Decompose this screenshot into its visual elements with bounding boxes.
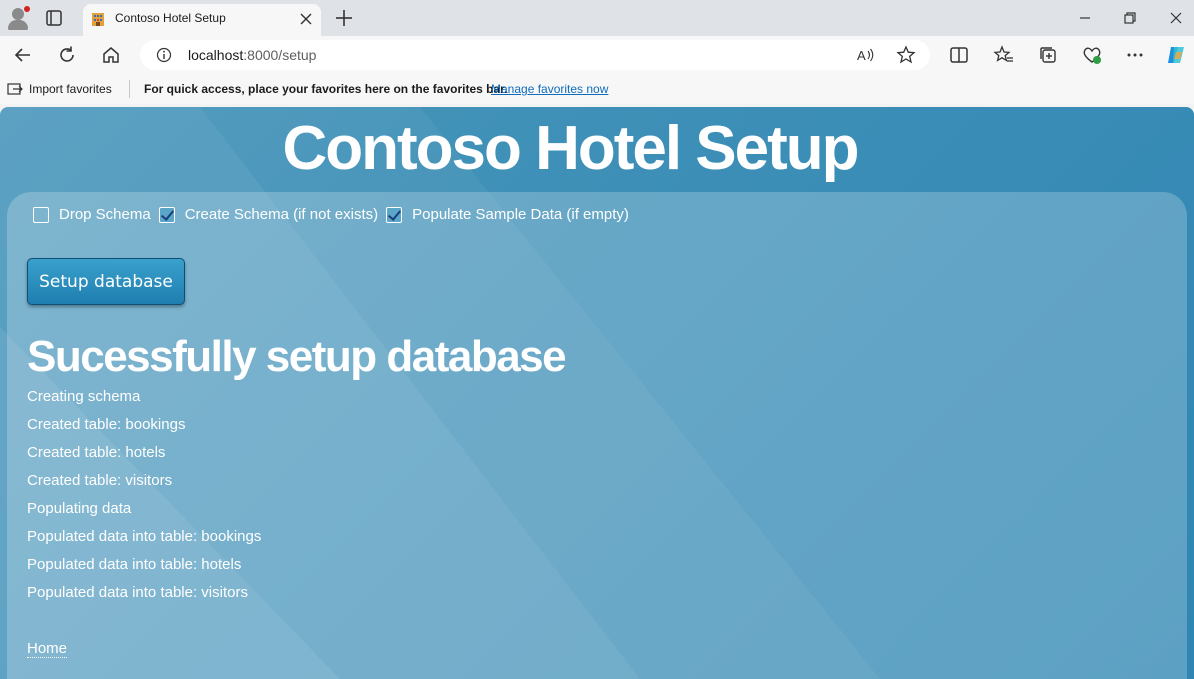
- log-line: Created table: hotels: [27, 444, 166, 461]
- page-title: Contoso Hotel Setup: [282, 114, 859, 183]
- info-icon[interactable]: [156, 47, 172, 63]
- drop-schema-label: Drop Schema: [59, 206, 151, 223]
- create-schema-label: Create Schema (if not exists): [184, 206, 379, 223]
- log-line: Populated data into table: bookings: [27, 528, 262, 545]
- url-host: localhost: [188, 47, 244, 63]
- hotel-favicon: [92, 13, 104, 26]
- url-path: :8000/setup: [243, 47, 317, 63]
- favorites-hint: For quick access, place your favorites h…: [144, 82, 508, 96]
- favorites-bar: Import favorites For quick access, place…: [0, 74, 1194, 104]
- manage-favorites-link[interactable]: Manage favorites now: [491, 82, 608, 96]
- more-icon[interactable]: [1124, 44, 1146, 66]
- back-icon[interactable]: [12, 44, 34, 66]
- log-line: Creating schema: [27, 388, 141, 405]
- minimize-icon[interactable]: [1075, 8, 1095, 28]
- setup-database-button[interactable]: Setup database: [27, 258, 185, 305]
- profile-icon[interactable]: [6, 6, 30, 30]
- close-tab-icon[interactable]: [297, 10, 315, 28]
- split-screen-icon[interactable]: [948, 44, 970, 66]
- option-populate-data[interactable]: Populate Sample Data (if empty): [386, 206, 629, 223]
- new-tab-icon[interactable]: [333, 7, 355, 29]
- favorites-icon[interactable]: [993, 44, 1015, 66]
- url-text[interactable]: localhost:8000/setup: [188, 47, 316, 63]
- restore-icon[interactable]: [1120, 8, 1140, 28]
- option-drop-schema[interactable]: Drop Schema: [33, 206, 151, 223]
- refresh-icon[interactable]: [56, 44, 78, 66]
- page-content: Contoso Hotel Setup Drop Schema Create S…: [0, 107, 1194, 679]
- setup-card: Drop Schema Create Schema (if not exists…: [7, 192, 1187, 679]
- result-heading: Sucessfully setup database: [27, 332, 567, 381]
- favorite-star-icon[interactable]: [896, 45, 916, 65]
- home-link[interactable]: Home: [27, 640, 68, 658]
- home-icon[interactable]: [100, 44, 122, 66]
- setup-options: Drop Schema Create Schema (if not exists…: [33, 206, 637, 223]
- log-line: Populated data into table: visitors: [27, 584, 248, 601]
- tab-strip: Contoso Hotel Setup: [0, 0, 1194, 36]
- favorites-divider: [129, 80, 130, 98]
- collections-icon[interactable]: [1037, 44, 1059, 66]
- browser-tab[interactable]: Contoso Hotel Setup: [83, 4, 321, 36]
- browser-toolbar: localhost:8000/setup A: [0, 36, 1194, 74]
- option-create-schema[interactable]: Create Schema (if not exists): [158, 206, 379, 223]
- setup-log: Creating schema Created table: bookings …: [27, 388, 261, 612]
- import-favorites-icon[interactable]: [7, 81, 23, 97]
- address-bar[interactable]: localhost:8000/setup A: [140, 40, 930, 70]
- log-line: Created table: bookings: [27, 416, 186, 433]
- browser-essentials-icon[interactable]: [1081, 44, 1103, 66]
- close-window-icon[interactable]: [1166, 8, 1186, 28]
- log-line: Populating data: [27, 500, 132, 517]
- log-line: Populated data into table: hotels: [27, 556, 242, 573]
- drop-schema-checkbox[interactable]: [33, 206, 49, 223]
- log-line: Created table: visitors: [27, 472, 173, 489]
- populate-data-checkbox[interactable]: [386, 206, 403, 223]
- populate-data-label: Populate Sample Data (if empty): [412, 206, 629, 223]
- tab-actions-icon[interactable]: [44, 8, 64, 28]
- copilot-icon[interactable]: [1165, 44, 1187, 66]
- import-favorites-button[interactable]: Import favorites: [29, 82, 112, 96]
- tab-title: Contoso Hotel Setup: [115, 11, 226, 25]
- read-aloud-icon[interactable]: A: [856, 45, 876, 65]
- create-schema-checkbox[interactable]: [158, 206, 175, 223]
- svg-text:A: A: [857, 48, 866, 63]
